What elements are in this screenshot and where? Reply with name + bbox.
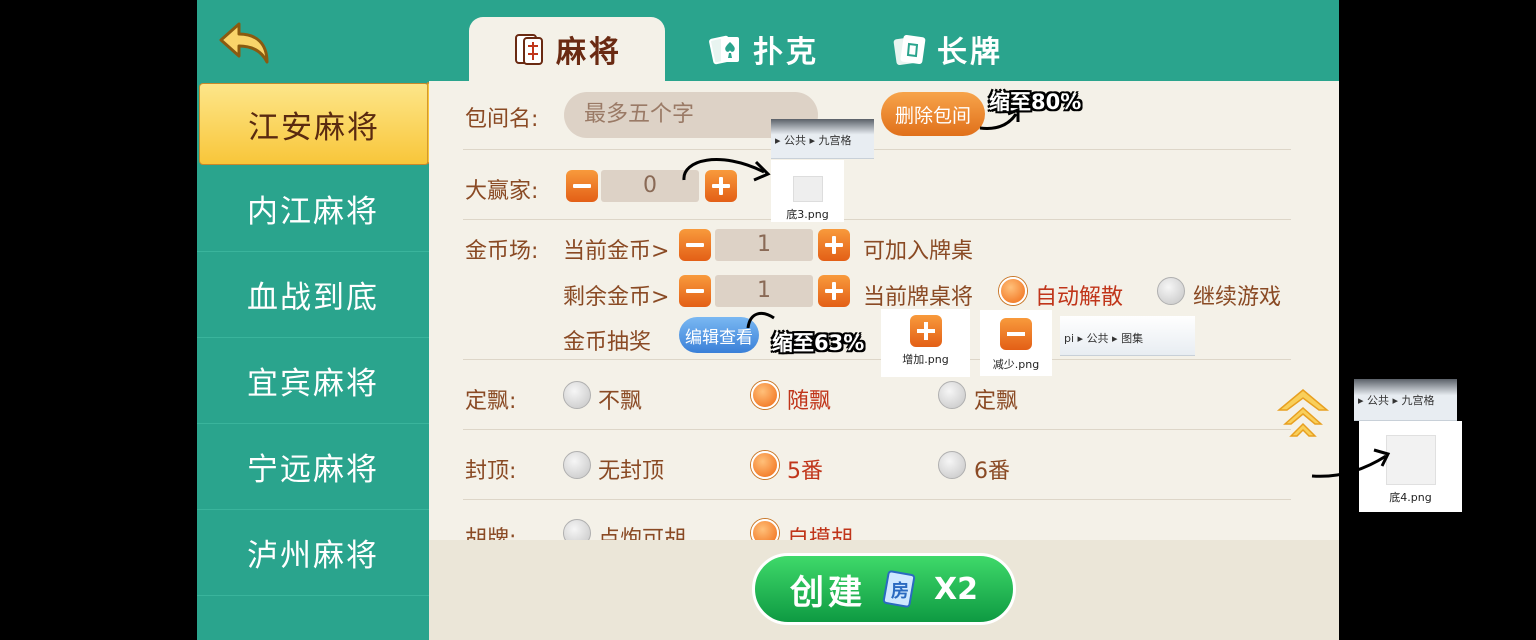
crumb-item: 图集: [1121, 332, 1144, 345]
sidebar-item-label: 江安麻将: [248, 109, 380, 146]
create-room-button[interactable]: 创建 房 X2: [752, 553, 1016, 625]
tab-long-cards[interactable]: 长牌: [893, 17, 1053, 81]
current-coin-minus-button[interactable]: [679, 229, 711, 261]
room-card-icon: 房: [882, 570, 916, 608]
cap-option-radio[interactable]: [751, 451, 779, 479]
remaining-coin-value[interactable]: 1: [715, 275, 813, 307]
hu-option-radio[interactable]: [751, 519, 779, 540]
continue-game-label: 继续游戏: [1193, 285, 1282, 310]
scroll-top-chevron-icon[interactable]: [1275, 386, 1331, 438]
sidebar-item-label: 内江麻将: [247, 193, 379, 230]
coin-field-label: 金币场:: [465, 239, 539, 264]
poker-cards-icon: [709, 35, 739, 65]
divider: [463, 429, 1291, 430]
piao-option-label: 定飘: [974, 389, 1019, 414]
remaining-coin-minus-button[interactable]: [679, 275, 711, 307]
room-card-glyph: 房: [891, 580, 909, 602]
annotation-arrow-icon: [682, 158, 771, 182]
tab-mahjong[interactable]: 麻将: [469, 17, 665, 81]
sidebar-item-label: 宁远麻将: [247, 451, 379, 488]
long-cards-icon: [893, 34, 926, 66]
crumb-item: 九宫格: [1401, 394, 1435, 407]
auto-dissolve-label: 自动解散: [1035, 285, 1124, 310]
remaining-coin-plus-button[interactable]: [818, 275, 850, 307]
big-winner-minus-button[interactable]: [566, 170, 598, 202]
crumb-item: pi: [1064, 332, 1075, 345]
current-coin-suffix: 可加入牌桌: [863, 239, 974, 264]
sidebar-item-xuezhan[interactable]: 血战到底: [197, 251, 429, 338]
piao-option-label: 不飘: [598, 389, 643, 414]
annotation-breadcrumb: pi ▸ 公共 ▸ 图集: [1060, 316, 1195, 356]
current-coin-plus-button[interactable]: [818, 229, 850, 261]
sidebar-item-jiangan[interactable]: 江安麻将: [199, 83, 429, 165]
annotation-arrow-icon: [979, 107, 1020, 130]
remaining-coin-label: 剩余金币>: [563, 285, 670, 310]
plus-icon: [909, 315, 942, 347]
cap-option-radio[interactable]: [938, 451, 966, 479]
divider: [463, 149, 1291, 150]
room-name-label: 包间名:: [465, 107, 539, 132]
file-name: 增加.png: [902, 353, 949, 366]
divider: [463, 219, 1291, 220]
sidebar-item-neijiang[interactable]: 内江麻将: [197, 165, 429, 252]
piao-option-radio[interactable]: [938, 381, 966, 409]
file-name: 减少.png: [992, 358, 1040, 371]
cap-option-radio[interactable]: [563, 451, 591, 479]
crumb-item: 公共: [784, 134, 807, 147]
back-arrow-icon[interactable]: [217, 18, 273, 68]
annotation-file-reduce: 减少.png: [980, 310, 1052, 376]
piao-label: 定飘:: [465, 389, 517, 414]
continue-game-radio[interactable]: [1157, 277, 1185, 305]
piao-option-label: 随飘: [787, 389, 832, 414]
divider: [463, 499, 1291, 500]
crumb-item: 公共: [1367, 394, 1390, 407]
annotation-arrow-icon: [746, 311, 775, 329]
minus-icon: [1000, 318, 1032, 350]
crumb-item: 公共: [1086, 332, 1109, 345]
delete-room-button[interactable]: 删除包间: [881, 92, 985, 136]
annotation-scale-63: 缩至63%: [772, 331, 865, 355]
file-name: 底3.png: [786, 208, 829, 221]
piao-option-radio[interactable]: [751, 381, 779, 409]
cap-option-label: 5番: [787, 459, 823, 484]
annotation-breadcrumb: ▸ 公共 ▸ 九宫格: [771, 119, 874, 159]
create-cost-count: X2: [933, 571, 978, 607]
current-coin-value[interactable]: 1: [715, 229, 813, 261]
create-label: 创建: [789, 572, 866, 613]
mahjong-variant-sidebar: 江安麻将 内江麻将 血战到底 宜宾麻将 宁远麻将 泸州麻将: [197, 81, 429, 640]
sidebar-item-label: 泸州麻将: [247, 537, 379, 574]
mahjong-tile-icon: [515, 34, 543, 65]
hu-label: 胡牌:: [465, 527, 517, 540]
sidebar-item-label: 血战到底: [247, 279, 379, 316]
sidebar-item-luzhou[interactable]: 泸州麻将: [197, 509, 429, 596]
remaining-coin-suffix: 当前牌桌将: [863, 285, 974, 310]
annotation-breadcrumb: ▸ 公共 ▸ 九宫格: [1354, 379, 1457, 421]
hu-option-radio[interactable]: [563, 519, 591, 540]
tab-label: 扑克: [753, 35, 819, 70]
crumb-item: 九宫格: [818, 134, 852, 147]
sidebar-item-label: 宜宾麻将: [247, 365, 379, 402]
annotation-arrow-icon: [1311, 448, 1391, 478]
file-image-icon: [792, 176, 823, 202]
divider: [463, 359, 1291, 360]
hu-option-label: 点炮可胡: [598, 527, 687, 540]
big-winner-label: 大赢家:: [465, 179, 539, 204]
sidebar-item-ningyuan[interactable]: 宁远麻将: [197, 423, 429, 510]
annotation-file-add: 增加.png: [881, 309, 970, 377]
piao-option-radio[interactable]: [563, 381, 591, 409]
cap-option-label: 无封顶: [598, 459, 665, 484]
file-name: 底4.png: [1389, 491, 1432, 504]
cap-label: 封顶:: [465, 459, 517, 484]
hu-option-label: 自摸胡: [787, 527, 854, 540]
tab-label: 长牌: [937, 35, 1003, 70]
coin-lottery-label: 金币抽奖: [563, 330, 652, 355]
tab-label: 麻将: [556, 35, 622, 70]
tab-poker[interactable]: 扑克: [709, 17, 859, 81]
sidebar-item-yibin[interactable]: 宜宾麻将: [197, 337, 429, 424]
auto-dissolve-radio[interactable]: [999, 277, 1027, 305]
annotation-file-di3: 底3.png: [771, 160, 844, 222]
cap-option-label: 6番: [974, 459, 1010, 484]
current-coin-label: 当前金币>: [563, 239, 670, 264]
